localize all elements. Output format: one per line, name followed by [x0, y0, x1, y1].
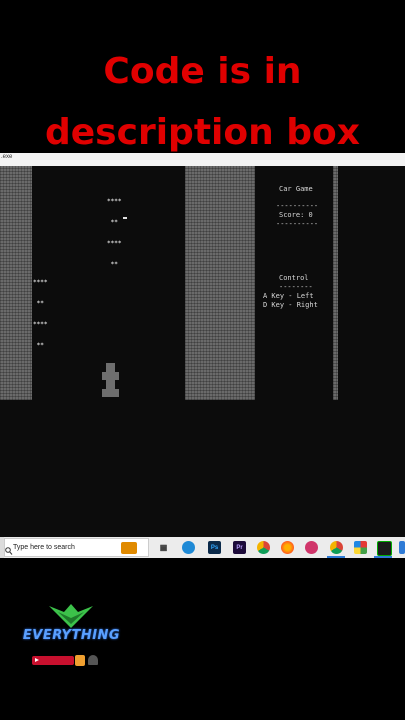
- active-indicator: [327, 556, 345, 558]
- premiere-icon[interactable]: Pr: [233, 541, 246, 554]
- cursor: [123, 217, 127, 219]
- windows-taskbar: Type here to search ▦ Ps Pr: [0, 537, 405, 558]
- search-icon: [5, 541, 13, 555]
- thumbs-up-icon[interactable]: [75, 655, 85, 666]
- media-player-icon[interactable]: [305, 541, 318, 554]
- enemy-car-row: **: [33, 300, 48, 307]
- briefcase-icon[interactable]: [121, 542, 137, 554]
- banner-line-1: Code is in: [103, 51, 302, 92]
- player-car-part: [102, 372, 119, 380]
- search-placeholder: Type here to search: [13, 544, 75, 551]
- control-divider: --------: [279, 283, 313, 291]
- right-road-wall: [185, 166, 255, 400]
- banner-line-2: description box: [45, 113, 360, 153]
- game-title: Car Game: [279, 185, 313, 193]
- enemy-car-row: ****: [33, 279, 48, 286]
- player-car-part: [106, 380, 115, 389]
- enemy-car-row: **: [107, 261, 122, 268]
- chrome-profile-icon[interactable]: [330, 541, 343, 554]
- subscribe-button[interactable]: [32, 656, 74, 665]
- player-car: [102, 363, 119, 400]
- control-left: A Key - Left: [263, 292, 314, 300]
- bell-icon[interactable]: [88, 655, 98, 665]
- enemy-car-row: **: [107, 219, 122, 226]
- control-title: Control: [279, 274, 309, 282]
- enemy-car-row: ****: [107, 198, 122, 205]
- window-icon[interactable]: [399, 541, 405, 554]
- divider: ----------: [276, 202, 319, 210]
- panel-border: [333, 166, 338, 400]
- wings-icon: [49, 604, 93, 628]
- play-icon: [35, 658, 39, 662]
- edge-icon[interactable]: [182, 541, 195, 554]
- enemy-car-row: **: [33, 342, 48, 349]
- console-title: .exe: [1, 154, 13, 160]
- console-window-titlebar[interactable]: .exe: [0, 153, 405, 166]
- enemy-car: **** ** **** **: [33, 265, 47, 363]
- control-right: D Key - Right: [263, 301, 318, 309]
- enemy-car: **** ** **** **: [107, 184, 121, 282]
- divider: ----------: [276, 220, 319, 228]
- terminal-icon[interactable]: [377, 541, 392, 556]
- app-grid-icon[interactable]: [354, 541, 367, 554]
- left-road-wall: [0, 166, 32, 400]
- chrome-icon[interactable]: [257, 541, 270, 554]
- player-car-part: [102, 389, 119, 397]
- taskbar-search[interactable]: Type here to search: [4, 538, 149, 557]
- task-view-icon[interactable]: ▦: [157, 541, 170, 554]
- player-car-part: [106, 363, 115, 372]
- enemy-car-row: ****: [107, 240, 122, 247]
- photoshop-icon[interactable]: Ps: [208, 541, 221, 554]
- score-label: Score: 0: [279, 211, 313, 219]
- firefox-icon[interactable]: [281, 541, 294, 554]
- logo-text: EVERYTHING: [22, 628, 121, 643]
- game-console[interactable]: **** ** **** ** **** ** **** ** Car Game…: [0, 166, 405, 537]
- enemy-car-row: ****: [33, 321, 48, 328]
- active-indicator: [374, 556, 392, 558]
